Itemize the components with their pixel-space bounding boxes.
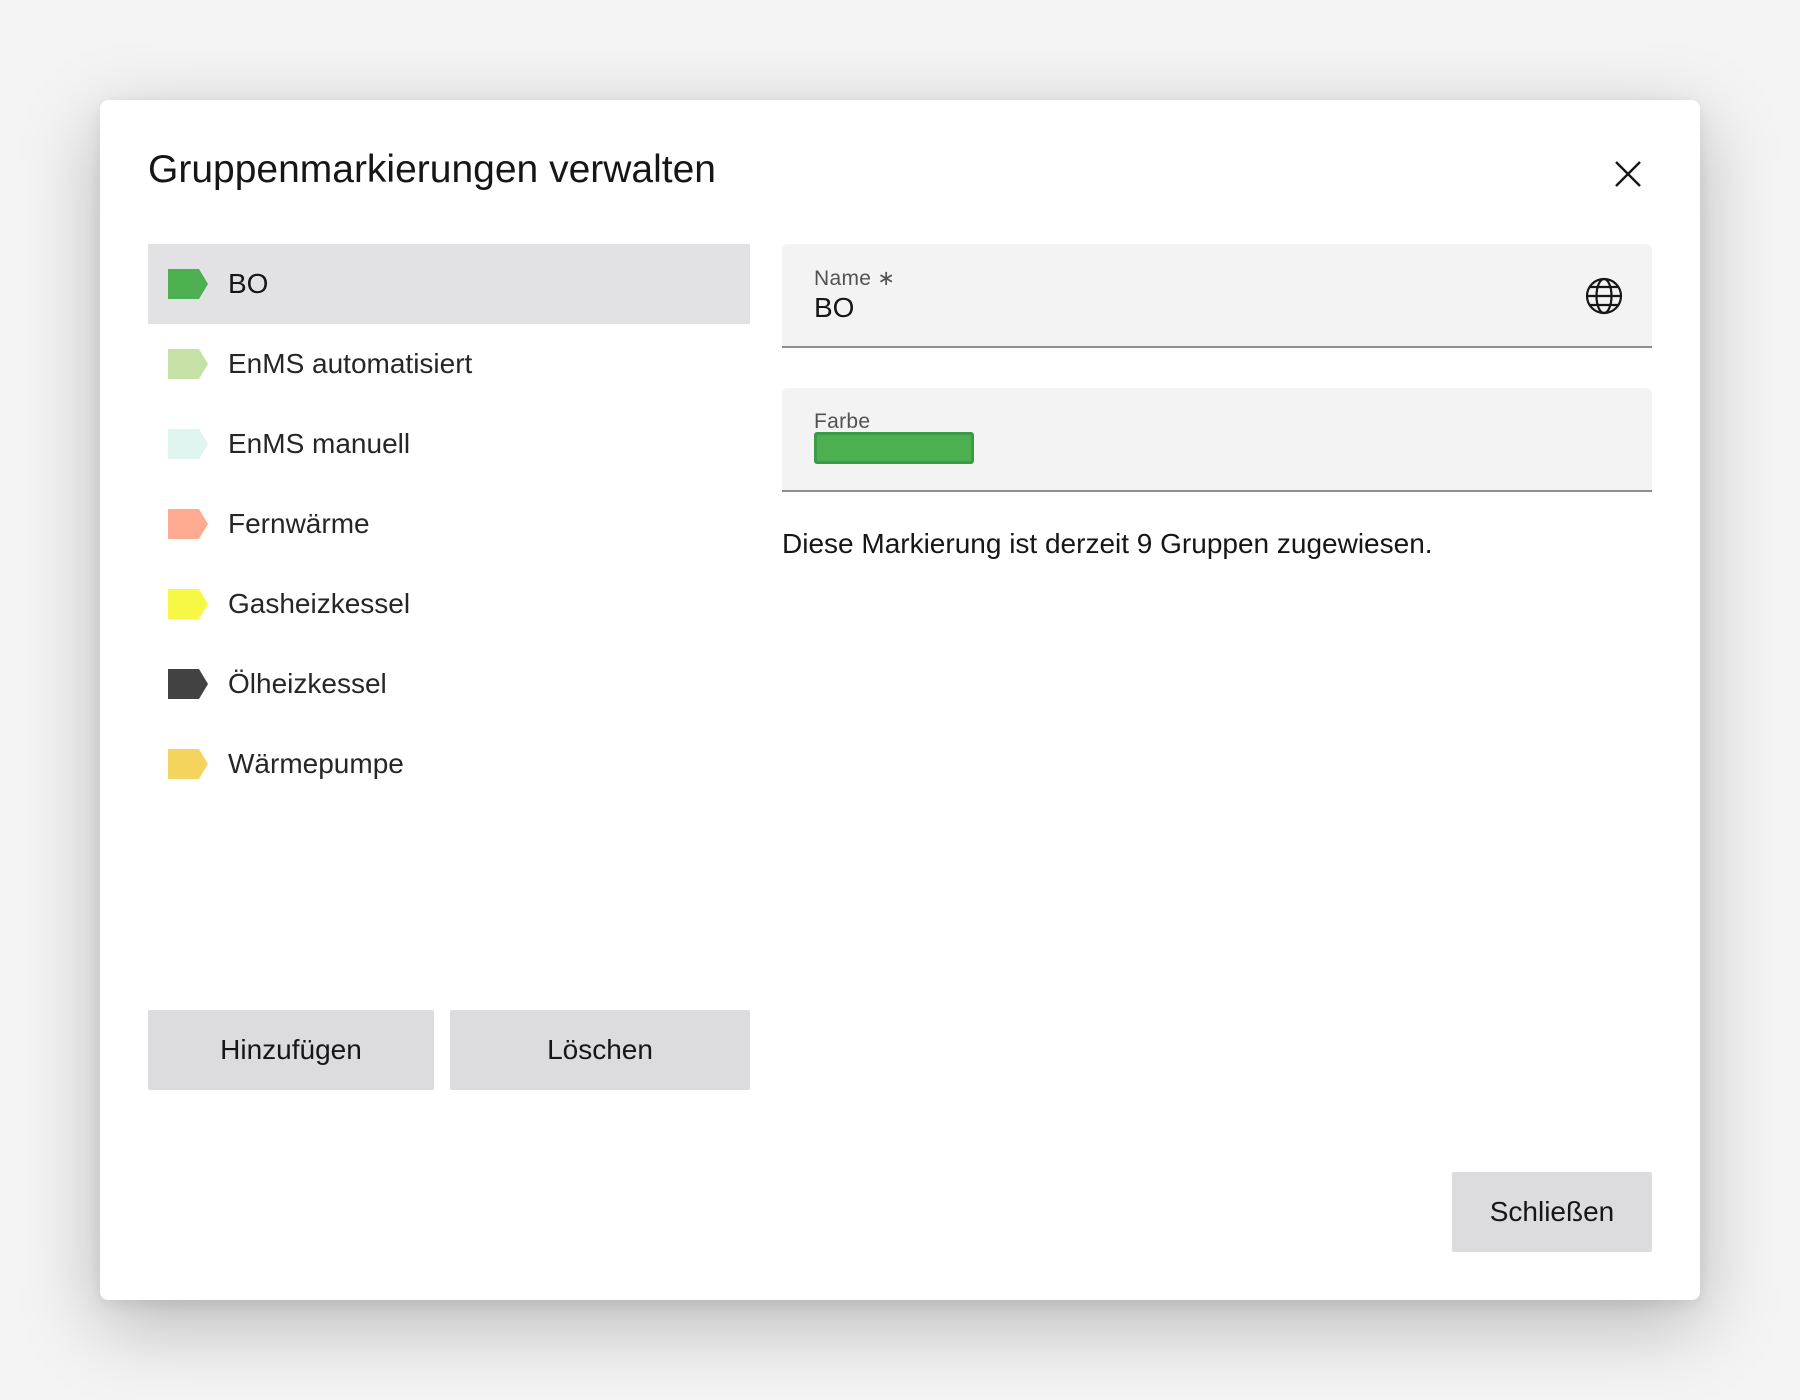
tag-icon	[168, 349, 208, 379]
tag-list-item[interactable]: Wärmepumpe	[148, 724, 750, 804]
name-input[interactable]	[814, 288, 1574, 328]
tag-icon	[168, 269, 208, 299]
delete-button[interactable]: Löschen	[450, 1010, 750, 1090]
close-dialog-button[interactable]: Schließen	[1452, 1172, 1652, 1252]
tag-list-item[interactable]: EnMS automatisiert	[148, 324, 750, 404]
tag-icon	[168, 509, 208, 539]
assignment-info: Diese Markierung ist derzeit 9 Gruppen z…	[782, 528, 1433, 559]
tag-icon	[168, 589, 208, 619]
close-icon	[1615, 161, 1641, 187]
tag-label: BO	[228, 268, 269, 299]
tag-icon	[168, 429, 208, 459]
tag-label: Gasheizkessel	[228, 588, 411, 619]
close-button[interactable]	[1598, 144, 1658, 204]
tag-list-item[interactable]: Gasheizkessel	[148, 564, 750, 644]
add-button[interactable]: Hinzufügen	[148, 1010, 434, 1090]
tag-list: BO EnMS automatisiert EnMS manuell Fernw…	[148, 244, 750, 804]
color-field-label: Farbe	[814, 410, 871, 433]
tag-list-item[interactable]: EnMS manuell	[148, 404, 750, 484]
tag-icon	[168, 669, 208, 699]
translate-button[interactable]	[1582, 274, 1626, 318]
tag-list-item[interactable]: Ölheizkessel	[148, 644, 750, 724]
globe-icon	[1585, 277, 1623, 315]
dialog-title: Gruppenmarkierungen verwalten	[148, 148, 716, 191]
tag-icon	[168, 749, 208, 779]
tag-label: Fernwärme	[228, 508, 370, 539]
manage-tags-dialog: Gruppenmarkierungen verwalten BO EnMS au…	[100, 100, 1700, 1300]
tag-label: Wärmepumpe	[228, 748, 404, 779]
color-field: Farbe	[782, 388, 1652, 492]
tag-list-item[interactable]: BO	[148, 244, 750, 324]
color-swatch[interactable]	[814, 432, 974, 464]
tag-label: EnMS automatisiert	[228, 348, 473, 379]
tag-list-item[interactable]: Fernwärme	[148, 484, 750, 564]
name-field: Name ∗	[782, 244, 1652, 348]
tag-label: EnMS manuell	[228, 428, 411, 459]
tag-label: Ölheizkessel	[228, 668, 387, 699]
